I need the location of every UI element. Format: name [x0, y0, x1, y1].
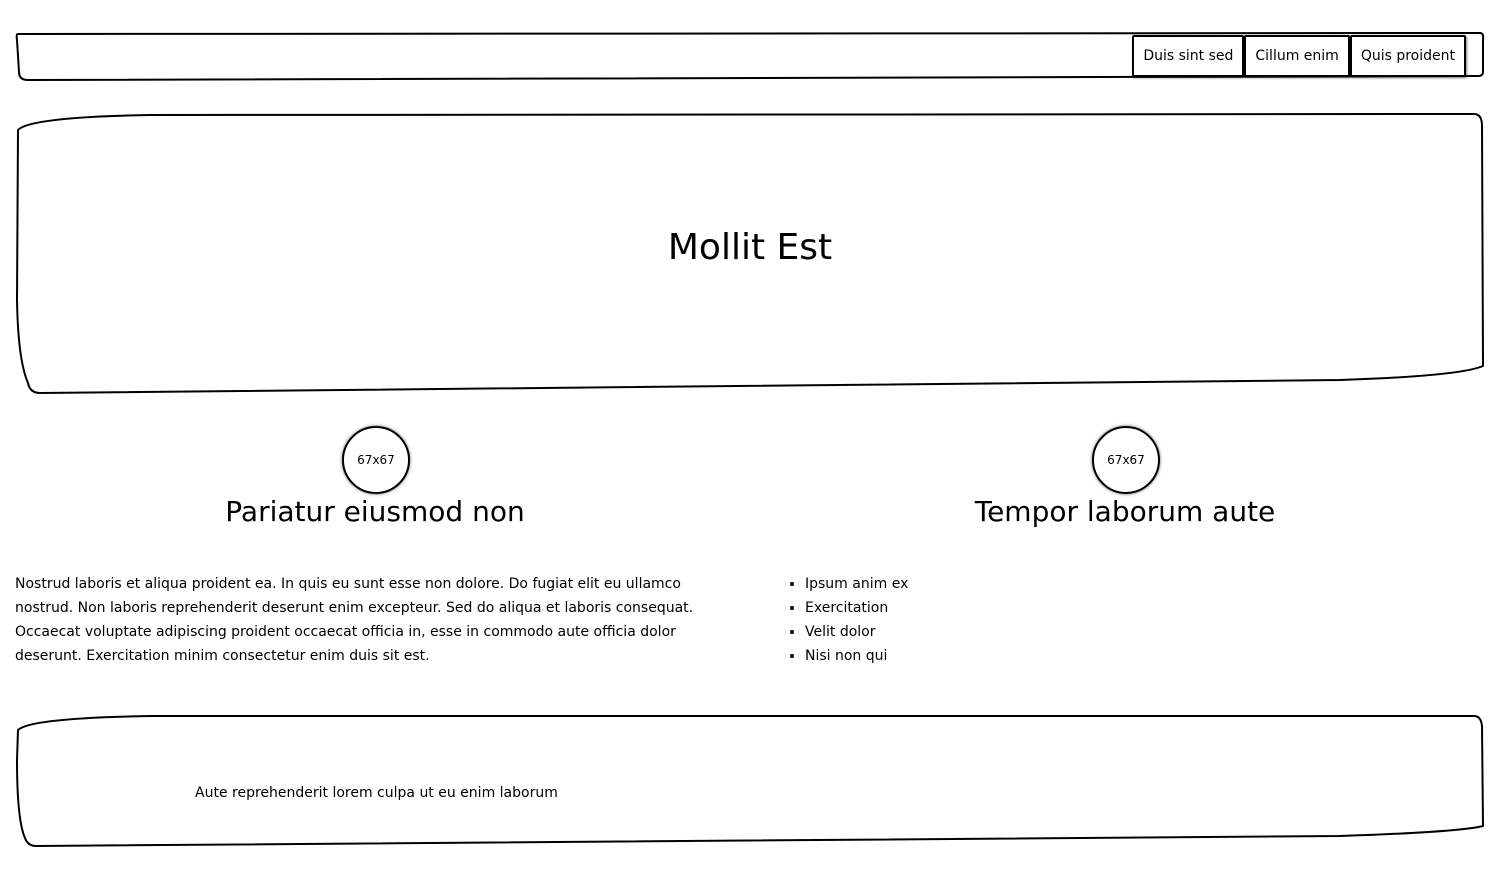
hero-title: Mollit Est	[667, 227, 833, 268]
list-item: Ipsum anim ex	[805, 572, 908, 596]
footer-text: Aute reprehenderit lorem culpa ut eu eni…	[195, 785, 558, 801]
column-heading: Pariatur eiusmod non	[225, 495, 525, 528]
list-item: Nisi non qui	[805, 644, 908, 668]
top-nav: Duis sint sed Cillum enim Quis proident	[1132, 35, 1466, 77]
page: Duis sint sed Cillum enim Quis proident …	[0, 0, 1500, 879]
feature-column-left: 67x67 Pariatur eiusmod non Nostrud labor…	[15, 424, 735, 664]
list-item: Velit dolor	[805, 620, 908, 644]
avatar-placeholder: 67x67	[342, 426, 410, 494]
avatar-size-label: 67x67	[1107, 453, 1145, 467]
list-item: Exercitation	[805, 596, 908, 620]
nav-item-quis-proident[interactable]: Quis proident	[1349, 35, 1466, 77]
nav-item-duis-sint-sed[interactable]: Duis sint sed	[1132, 35, 1245, 77]
column-body-text: Nostrud laboris et aliqua proident ea. I…	[15, 576, 694, 664]
feature-column-right: 67x67 Tempor laborum aute Ipsum anim ex …	[765, 424, 1485, 664]
column-heading: Tempor laborum aute	[974, 495, 1276, 528]
bullet-list: Ipsum anim ex Exercitation Velit dolor N…	[765, 572, 908, 668]
avatar-placeholder: 67x67	[1092, 426, 1160, 494]
nav-item-cillum-enim[interactable]: Cillum enim	[1244, 35, 1350, 77]
footer-frame	[16, 715, 1484, 847]
avatar-size-label: 67x67	[357, 453, 395, 467]
